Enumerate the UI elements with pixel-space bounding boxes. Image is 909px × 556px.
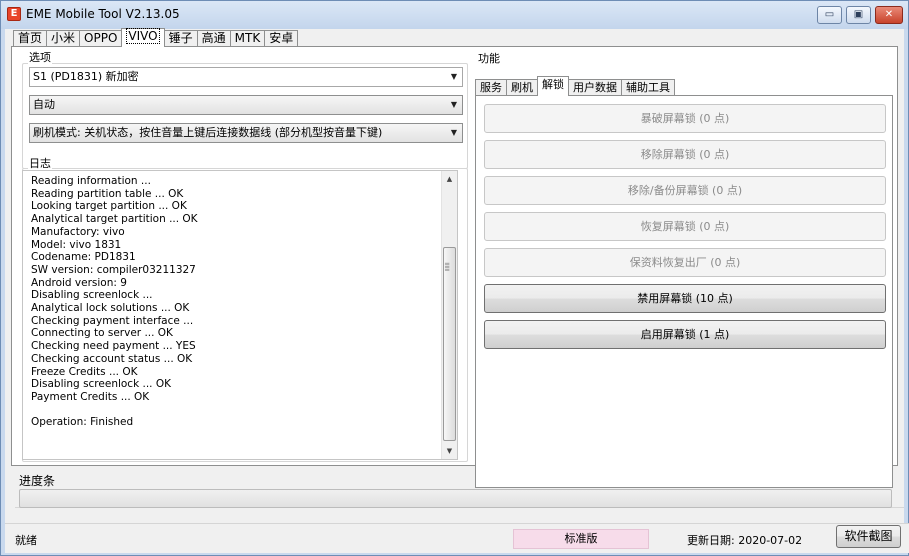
tab-qualcomm[interactable]: 高通: [196, 30, 231, 47]
status-bar: 就绪 标准版 更新日期: 2020-07-02 软件截图: [5, 523, 909, 553]
log-line: Checking need payment ... YES: [31, 340, 196, 353]
brute-screenlock-button[interactable]: 暴破屏幕锁 (0 点): [484, 104, 886, 133]
subtab-flash[interactable]: 刷机: [506, 79, 538, 96]
device-model-select[interactable]: S1 (PD1831) 新加密 ▼: [29, 67, 463, 87]
maximize-button[interactable]: ▣: [846, 6, 871, 24]
log-line: Disabling screenlock ...: [31, 289, 153, 302]
log-line: Reading partition table ... OK: [31, 187, 184, 200]
log-line: Looking target partition ... OK: [31, 200, 187, 213]
enable-screenlock-button[interactable]: 启用屏幕锁 (1 点): [484, 320, 886, 349]
log-line: Manufactory: vivo: [31, 225, 125, 238]
tab-xiaomi[interactable]: 小米: [46, 30, 81, 47]
minimize-button[interactable]: ▭: [817, 6, 842, 24]
app-logo-icon: E: [7, 7, 21, 21]
options-label: 选项: [28, 49, 52, 65]
log-line: Checking account status ... OK: [31, 352, 193, 365]
log-line: Operation: Finished: [31, 416, 134, 429]
remove-screenlock-button[interactable]: 移除屏幕锁 (0 点): [484, 140, 886, 169]
window-title: EME Mobile Tool V2.13.05: [26, 7, 180, 21]
progress-label: 进度条: [19, 474, 56, 488]
grip-icon: ═ ═ ═: [445, 260, 450, 274]
log-line: Payment Credits ... OK: [31, 390, 150, 403]
factory-reset-keep-data-button[interactable]: 保资料恢复出厂 (0 点): [484, 248, 886, 277]
chevron-down-icon: ▼: [450, 72, 457, 81]
tab-mtk[interactable]: MTK: [229, 30, 266, 47]
log-line: Codename: PD1831: [31, 251, 136, 264]
flash-mode-value: 刷机模式: 关机状态，按住音量上键后连接数据线 (部分机型按音量下键): [33, 126, 383, 139]
log-line: Freeze Credits ... OK: [31, 365, 138, 378]
flash-mode-select[interactable]: 刷机模式: 关机状态，按住音量上键后连接数据线 (部分机型按音量下键) ▼: [29, 123, 463, 143]
function-subtabs: 服务 刷机 解锁 用户数据 辅助工具: [475, 76, 675, 96]
title-bar[interactable]: E EME Mobile Tool V2.13.05 ▭ ▣ ✕: [1, 1, 908, 29]
functions-label: 功能: [477, 50, 501, 66]
tab-vivo[interactable]: VIVO: [121, 28, 165, 47]
status-ready-text: 就绪: [15, 534, 37, 547]
subtab-service[interactable]: 服务: [475, 79, 507, 96]
subtab-tools[interactable]: 辅助工具: [621, 79, 675, 96]
remove-backup-screenlock-button[interactable]: 移除/备份屏幕锁 (0 点): [484, 176, 886, 205]
log-line: Checking payment interface ...: [31, 314, 194, 327]
log-label: 日志: [28, 155, 52, 171]
scroll-thumb[interactable]: [443, 247, 456, 441]
log-line: Analytical target partition ... OK: [31, 213, 198, 226]
subtab-unlock[interactable]: 解锁: [537, 76, 569, 96]
tab-oppo[interactable]: OPPO: [79, 30, 123, 47]
update-date-text: 更新日期: 2020-07-02: [687, 534, 803, 547]
client-area: 首页 小米 OPPO VIVO 锤子 高通 MTK 安卓 选项 S1 (PD18…: [5, 28, 909, 553]
log-line: Android version: 9: [31, 276, 127, 289]
disable-screenlock-button[interactable]: 禁用屏幕锁 (10 点): [484, 284, 886, 313]
log-line: SW version: compiler03211327: [31, 263, 196, 276]
tab-home[interactable]: 首页: [13, 30, 48, 47]
unlock-panel: 暴破屏幕锁 (0 点) 移除屏幕锁 (0 点) 移除/备份屏幕锁 (0 点) 恢…: [475, 95, 893, 488]
screenshot-button[interactable]: 软件截图: [836, 525, 901, 548]
log-line: Connecting to server ... OK: [31, 327, 173, 340]
log-line: Reading information ...: [31, 175, 151, 187]
mode-value: 自动: [33, 98, 55, 111]
restore-screenlock-button[interactable]: 恢复屏幕锁 (0 点): [484, 212, 886, 241]
log-line: Model: vivo 1831: [31, 238, 122, 251]
main-tabs: 首页 小米 OPPO VIVO 锤子 高通 MTK 安卓: [13, 28, 299, 47]
edition-badge: 标准版: [513, 529, 649, 549]
device-model-value: S1 (PD1831) 新加密: [33, 70, 139, 83]
scroll-down-icon[interactable]: ▼: [442, 443, 457, 459]
log-line: Disabling screenlock ... OK: [31, 378, 172, 391]
tab-android[interactable]: 安卓: [264, 30, 299, 47]
chevron-down-icon: ▼: [450, 100, 457, 109]
log-line: Analytical lock solutions ... OK: [31, 302, 190, 314]
mode-select[interactable]: 自动 ▼: [29, 95, 463, 115]
log-scrollbar[interactable]: ▲ ═ ═ ═ ▼: [441, 171, 457, 459]
scroll-up-icon[interactable]: ▲: [442, 171, 457, 187]
subtab-user-data[interactable]: 用户数据: [568, 79, 622, 96]
chevron-down-icon: ▼: [450, 128, 457, 137]
progress-bar: [19, 489, 892, 508]
tab-vivo-label: VIVO: [126, 28, 160, 44]
tab-smartisan[interactable]: 锤子: [163, 30, 198, 47]
log-box[interactable]: Reading information ... Reading partitio…: [22, 170, 458, 460]
close-button[interactable]: ✕: [875, 6, 903, 24]
app-window: E EME Mobile Tool V2.13.05 ▭ ▣ ✕ 首页 小米 O…: [0, 0, 909, 556]
